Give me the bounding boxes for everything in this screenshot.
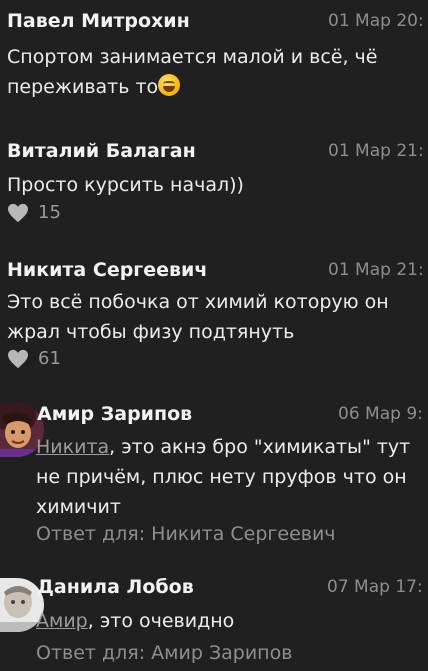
joy-emoji-icon: [158, 74, 181, 96]
comment-text: Это всё побочка от химий которую он жрал…: [7, 291, 389, 343]
comment-author[interactable]: Виталий Балаган: [7, 140, 196, 162]
comment-text-body: , это очевидно: [87, 610, 235, 632]
heart-icon: [8, 203, 28, 222]
reply-to-label[interactable]: Ответ для: Амир Зарипов: [36, 642, 292, 664]
comment-text: Никита, это акнэ бро "химикаты" тут не п…: [36, 432, 424, 522]
comment-date: 01 Мар 20:: [328, 11, 424, 31]
comment-date: 06 Мар 9:: [338, 404, 423, 424]
like-button[interactable]: 15: [7, 202, 61, 223]
comment-date: 01 Мар 21:: [328, 260, 424, 280]
reply-to-label[interactable]: Ответ для: Никита Сергеевич: [36, 523, 336, 545]
comment-author[interactable]: Павел Митрохин: [7, 10, 190, 32]
like-button[interactable]: 61: [7, 348, 61, 369]
comment-date: 01 Мар 21:: [328, 141, 424, 161]
comment-text-body: Спортом занимается малой и всё, чё переж…: [7, 46, 378, 98]
comment-author[interactable]: Никита Сергеевич: [7, 259, 207, 281]
mention-link[interactable]: Амир: [36, 610, 88, 632]
comment-author[interactable]: Данила Лобов: [37, 576, 194, 598]
like-count: 61: [38, 348, 61, 369]
comment-date: 07 Мар 17:: [327, 577, 423, 597]
mention-link[interactable]: Никита: [36, 436, 109, 458]
comment-text: Спортом занимается малой и всё, чё переж…: [7, 42, 407, 102]
heart-icon: [8, 349, 28, 368]
comment-text: Просто курсить начал)): [7, 174, 244, 196]
comment-author[interactable]: Амир Зарипов: [37, 403, 192, 425]
comment-text: Амир, это очевидно: [36, 606, 424, 636]
like-count: 15: [38, 202, 61, 223]
